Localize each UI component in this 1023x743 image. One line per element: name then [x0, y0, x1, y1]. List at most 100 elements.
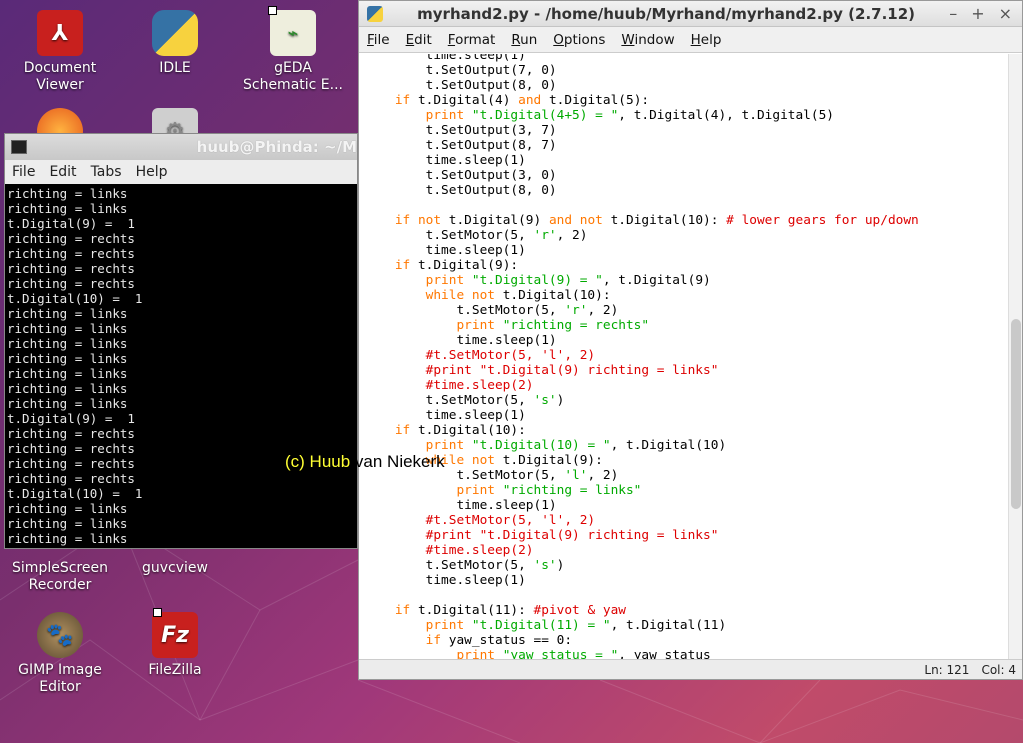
terminal-menu-tabs[interactable]: Tabs [84, 164, 129, 180]
terminal-line: richting = links [7, 366, 128, 381]
code-line: if t.Digital(9): [364, 258, 1009, 273]
code-token: t.Digital(10): [602, 213, 727, 228]
menu-run[interactable]: Run [503, 32, 545, 48]
code-token: , t.Digital(9) [602, 273, 711, 288]
terminal-line: t.Digital(9) = 1 [7, 411, 135, 426]
code-token: ) [556, 558, 565, 573]
code-token: t.SetOutput(3, 7) [364, 123, 557, 138]
code-token: if [394, 258, 411, 273]
maximize-button[interactable]: + [971, 4, 984, 23]
code-line: t.SetMotor(5, 'l', 2) [364, 468, 1009, 483]
desktop-icon-label: gEDA Schematic E... [242, 60, 343, 93]
desktop-icon-gimp[interactable]: 🐾 GIMP Image Editor [5, 612, 115, 696]
code-token: t.SetMotor(5, [364, 303, 565, 318]
code-token: t.Digital(4) [410, 93, 519, 108]
code-line: t.SetOutput(7, 0) [364, 63, 1009, 78]
desktop-icon-filezilla[interactable]: Fz FileZilla [120, 608, 230, 679]
editor-titlebar[interactable]: myrhand2.py - /home/huub/Myrhand/myrhand… [359, 1, 1022, 27]
code-token: #pivot & yaw [533, 603, 626, 618]
code-line: t.SetOutput(8, 0) [364, 78, 1009, 93]
terminal-menu-help[interactable]: Help [129, 164, 175, 180]
code-line: print "t.Digital(4+5) = ", t.Digital(4),… [364, 108, 1009, 123]
code-token: t.Digital(9) [441, 213, 549, 228]
code-token: if not [394, 213, 442, 228]
code-token: print [456, 483, 495, 498]
menu-help[interactable]: Help [683, 32, 730, 48]
status-line: Ln: 121 [924, 662, 970, 677]
terminal-line: richting = links [7, 531, 128, 546]
desktop-icon-label: GIMP Image Editor [18, 662, 102, 695]
code-token: #t.SetMotor(5, 'l', 2) [425, 513, 596, 528]
code-token: time.sleep(1) [364, 573, 526, 588]
code-token: "richting = rechts" [502, 318, 650, 333]
status-bar: Ln: 121 Col: 4 [359, 659, 1022, 679]
code-token: t.SetOutput(8, 7) [364, 138, 557, 153]
code-token: , t.Digital(4), t.Digital(5) [618, 108, 835, 123]
code-token: , 2) [587, 303, 619, 318]
terminal-menu-edit[interactable]: Edit [42, 164, 83, 180]
menu-format[interactable]: Format [440, 32, 504, 48]
code-token: if [425, 633, 442, 648]
code-line: time.sleep(1) [364, 153, 1009, 168]
desktop-icon-idle[interactable]: IDLE [120, 10, 230, 77]
code-token: #time.sleep(2) [425, 378, 534, 393]
watermark-part1: (c) Huub [285, 452, 351, 471]
desktop-icon-geda[interactable]: ⌁ gEDA Schematic E... [238, 6, 348, 94]
terminal-window[interactable]: huub@Phinda: ~/M File Edit Tabs Help ric… [4, 133, 358, 549]
close-button[interactable]: × [999, 4, 1012, 23]
code-token: if [394, 93, 411, 108]
idle-editor-window[interactable]: myrhand2.py - /home/huub/Myrhand/myrhand… [358, 0, 1023, 680]
menu-options[interactable]: Options [545, 32, 613, 48]
python-icon [152, 10, 198, 56]
minimize-button[interactable]: – [949, 4, 957, 23]
menu-edit[interactable]: Edit [398, 32, 440, 48]
code-token: t.SetMotor(5, [364, 393, 534, 408]
code-line: t.SetOutput(3, 7) [364, 123, 1009, 138]
code-token: # lower gears for up/down [726, 213, 919, 228]
terminal-line: richting = links [7, 501, 128, 516]
code-editor[interactable]: time.sleep(1) t.SetOutput(7, 0) t.SetOut… [359, 54, 1009, 660]
code-token: print [425, 273, 465, 288]
gimp-icon: 🐾 [37, 612, 83, 658]
code-token: 'r' [533, 228, 557, 243]
desktop-icon-simplescreenrecorder[interactable]: SimpleScreen Recorder [5, 560, 115, 594]
scrollbar-thumb[interactable] [1011, 319, 1021, 509]
terminal-line: richting = links [7, 201, 128, 216]
terminal-line: richting = rechts [7, 231, 135, 246]
terminal-line: richting = links [7, 321, 128, 336]
code-token: t.SetOutput(8, 0) [364, 183, 557, 198]
terminal-line: richting = rechts [7, 471, 135, 486]
code-token: t.Digital(11): [410, 603, 534, 618]
code-line: t.SetMotor(5, 'r', 2) [364, 303, 1009, 318]
vertical-scrollbar[interactable] [1008, 54, 1022, 660]
terminal-menu-file[interactable]: File [5, 164, 42, 180]
code-token: "t.Digital(11) = " [471, 618, 611, 633]
editor-title: myrhand2.py - /home/huub/Myrhand/myrhand… [417, 4, 916, 23]
code-line: if t.Digital(11): #pivot & yaw [364, 603, 1009, 618]
code-line: #time.sleep(2) [364, 378, 1009, 393]
terminal-titlebar[interactable]: huub@Phinda: ~/M [5, 134, 357, 160]
menu-window[interactable]: Window [613, 32, 682, 48]
code-token: "richting = links" [502, 483, 642, 498]
terminal-output[interactable]: richting = links richting = links t.Digita… [5, 184, 357, 546]
code-token: and not [548, 213, 603, 228]
menu-file[interactable]: File [359, 32, 398, 48]
desktop-icon-guvcview[interactable]: guvcview [120, 560, 230, 577]
code-line: #print "t.Digital(9) richting = links" [364, 363, 1009, 378]
terminal-line: richting = rechts [7, 246, 135, 261]
code-token: "t.Digital(4+5) = " [471, 108, 619, 123]
code-token: #time.sleep(2) [425, 543, 534, 558]
desktop-icon-document-viewer[interactable]: ⅄ Document Viewer [5, 10, 115, 94]
